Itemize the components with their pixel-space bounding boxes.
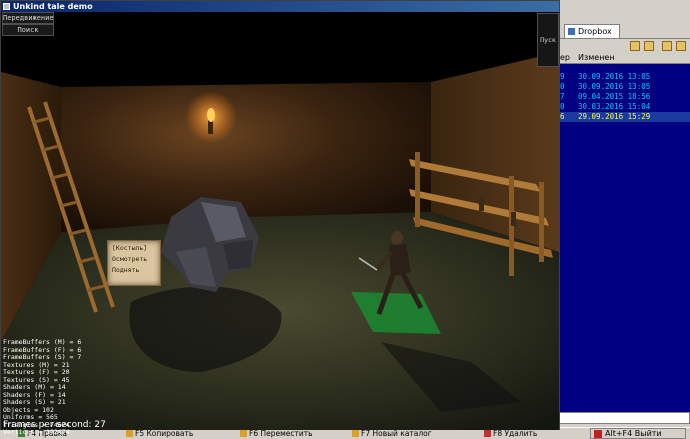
function-key-icon <box>126 430 133 437</box>
game-window-title: Unkind tale demo <box>13 2 93 11</box>
sort-icon[interactable] <box>662 41 672 51</box>
function-key-icon <box>484 430 491 437</box>
file-manager-window: Dropbox ер Изменен 9 30.09.2016 13:05 0 30.… <box>558 0 690 439</box>
refresh-icon[interactable] <box>676 41 686 51</box>
context-item-examine[interactable]: Осмотреть <box>112 254 158 265</box>
column-modified[interactable]: Изменен <box>578 52 615 64</box>
game-viewport[interactable] <box>1 12 559 430</box>
game-window: Unkind tale demo Передвижение Поиск Пуск… <box>0 0 560 436</box>
paste-icon[interactable] <box>644 41 654 51</box>
function-key-label: F6 Переместить <box>249 429 313 438</box>
file-date: 30.03.2016 15:04 <box>578 102 651 111</box>
file-size: 9 <box>560 72 565 81</box>
context-menu: [Костыль] Осмотреть Поднять <box>107 240 161 286</box>
file-size: 7 <box>560 92 565 101</box>
file-size: 0 <box>560 102 565 111</box>
function-key-label: F7 Новый каталог <box>361 429 432 438</box>
function-key-button[interactable]: F8 Удалить <box>484 429 537 439</box>
file-size: 0 <box>560 82 565 91</box>
context-item-title: [Костыль] <box>112 244 148 252</box>
file-date: 30.09.2016 13:05 <box>578 82 651 91</box>
game-window-titlebar[interactable]: Unkind tale demo <box>1 1 559 12</box>
folder-icon <box>568 28 575 35</box>
file-date: 30.09.2016 13:05 <box>578 72 651 81</box>
function-key-button[interactable]: F6 Переместить <box>240 429 313 439</box>
tab-dropbox-label: Dropbox <box>578 27 612 36</box>
copy-icon[interactable] <box>630 41 640 51</box>
exit-button[interactable]: Alt+F4 Выйти <box>590 428 686 439</box>
file-date: 09.04.2015 18:56 <box>578 92 651 101</box>
file-row[interactable]: 0 30.09.2016 13:05 <box>558 82 690 92</box>
function-key-icon <box>352 430 359 437</box>
file-row[interactable]: 9 30.09.2016 13:05 <box>558 72 690 82</box>
desktop: Dropbox ер Изменен 9 30.09.2016 13:05 0 30.… <box>0 0 690 439</box>
exit-icon <box>594 430 602 438</box>
exit-label: Alt+F4 Выйти <box>605 429 662 438</box>
function-key-button[interactable]: F7 Новый каталог <box>352 429 432 439</box>
file-row[interactable]: 6 29.09.2016 15:29 <box>558 112 690 122</box>
fps-counter: Frames per second: 27 <box>3 420 106 430</box>
stat-line: Vertices = 192474 <box>3 428 70 436</box>
app-icon <box>3 3 10 10</box>
function-key-button[interactable]: F5 Копировать <box>126 429 193 439</box>
search-button[interactable]: Поиск <box>2 24 54 36</box>
function-key-label: F5 Копировать <box>135 429 194 438</box>
file-row[interactable]: 0 30.03.2016 15:04 <box>558 102 690 112</box>
file-list-header: ер Изменен <box>558 52 690 64</box>
tab-dropbox[interactable]: Dropbox <box>564 24 620 38</box>
context-item-pickup[interactable]: Поднять <box>112 265 158 276</box>
move-button[interactable]: Передвижение <box>2 12 54 24</box>
file-date: 29.09.2016 15:29 <box>578 112 651 121</box>
file-row[interactable]: 7 09.04.2015 18:56 <box>558 92 690 102</box>
file-list-panel[interactable]: ер Изменен 9 30.09.2016 13:05 0 30.09.2016 … <box>558 52 690 412</box>
function-key-label: F8 Удалить <box>493 429 538 438</box>
back-wall <box>61 82 431 232</box>
start-button[interactable]: Пуск <box>537 13 559 67</box>
file-size: 6 <box>560 112 565 121</box>
torch-flame <box>207 108 215 122</box>
column-size[interactable]: ер <box>560 52 570 64</box>
torch-icon <box>208 120 213 134</box>
function-key-icon <box>240 430 247 437</box>
command-line-input[interactable] <box>558 412 690 424</box>
file-manager-top <box>558 0 690 24</box>
